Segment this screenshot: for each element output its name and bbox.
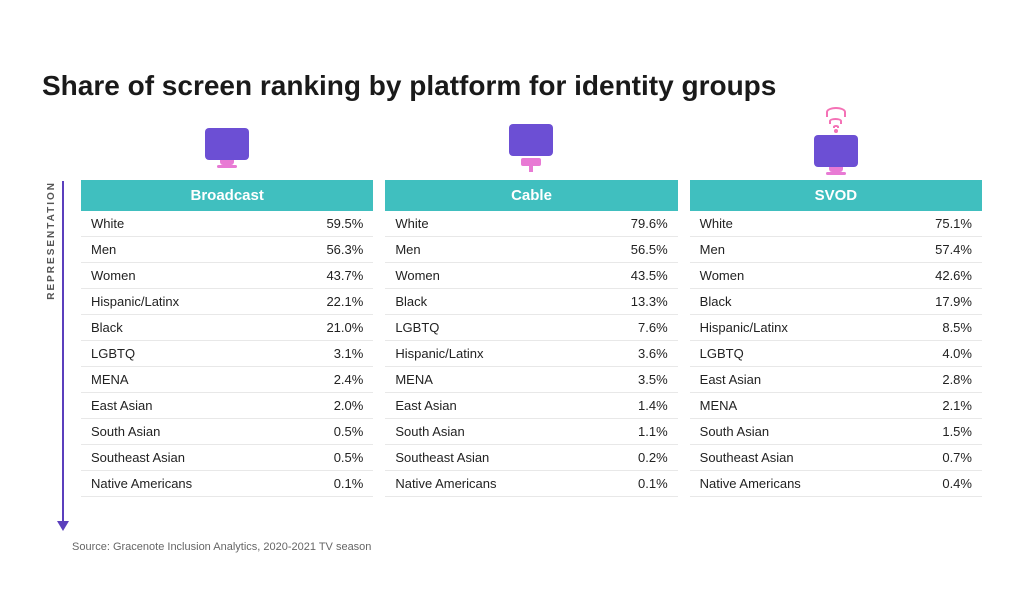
cable-header: Cable xyxy=(385,180,677,211)
wifi-icon xyxy=(826,107,846,133)
table-row: MENA2.4% xyxy=(81,366,373,392)
table-row: Black17.9% xyxy=(690,288,982,314)
svod-block: SVOD White75.1% Men57.4% Women42.6% Blac… xyxy=(690,121,982,497)
table-row: Women42.6% xyxy=(690,262,982,288)
table-row: Black13.3% xyxy=(385,288,677,314)
broadcast-icon-area xyxy=(205,121,249,176)
table-row: LGBTQ7.6% xyxy=(385,314,677,340)
table-row: Southeast Asian0.2% xyxy=(385,444,677,470)
table-row: Hispanic/Latinx3.6% xyxy=(385,340,677,366)
tables-area: Broadcast White59.5% Men56.3% Women43.7%… xyxy=(81,121,982,497)
arrow xyxy=(57,181,69,531)
table-row: White79.6% xyxy=(385,211,677,237)
table-row: Native Americans0.1% xyxy=(385,470,677,496)
table-row: Men56.3% xyxy=(81,236,373,262)
table-row: LGBTQ3.1% xyxy=(81,340,373,366)
table-row: White75.1% xyxy=(690,211,982,237)
broadcast-table: Broadcast White59.5% Men56.3% Women43.7%… xyxy=(81,180,373,497)
page-title: Share of screen ranking by platform for … xyxy=(42,69,982,103)
table-row: Hispanic/Latinx8.5% xyxy=(690,314,982,340)
table-row: Women43.7% xyxy=(81,262,373,288)
svod-table: SVOD White75.1% Men57.4% Women42.6% Blac… xyxy=(690,180,982,497)
table-row: MENA2.1% xyxy=(690,392,982,418)
table-row: Hispanic/Latinx22.1% xyxy=(81,288,373,314)
table-row: East Asian2.0% xyxy=(81,392,373,418)
table-row: East Asian2.8% xyxy=(690,366,982,392)
cable-table: Cable White79.6% Men56.5% Women43.5% Bla… xyxy=(385,180,677,497)
table-row: Southeast Asian0.7% xyxy=(690,444,982,470)
table-row: Men57.4% xyxy=(690,236,982,262)
source-citation: Source: Gracenote Inclusion Analytics, 2… xyxy=(72,541,982,553)
table-row: White59.5% xyxy=(81,211,373,237)
table-row: Native Americans0.4% xyxy=(690,470,982,496)
main-container: Share of screen ranking by platform for … xyxy=(32,49,992,563)
table-row: Southeast Asian0.5% xyxy=(81,444,373,470)
cable-title: Cable xyxy=(385,180,677,211)
y-axis-label: REPRESENTATION xyxy=(42,181,57,300)
table-row: South Asian1.5% xyxy=(690,418,982,444)
svod-title: SVOD xyxy=(690,180,982,211)
svod-tv-icon xyxy=(814,121,858,175)
broadcast-block: Broadcast White59.5% Men56.3% Women43.7%… xyxy=(81,121,373,497)
content-area: REPRESENTATION Broadcast xyxy=(42,121,982,531)
table-row: LGBTQ4.0% xyxy=(690,340,982,366)
cable-block: Cable White79.6% Men56.5% Women43.5% Bla… xyxy=(385,121,677,497)
table-row: Men56.5% xyxy=(385,236,677,262)
table-row: South Asian0.5% xyxy=(81,418,373,444)
cable-tv-icon xyxy=(509,124,553,172)
broadcast-title: Broadcast xyxy=(81,180,373,211)
cable-icon-area xyxy=(509,121,553,176)
broadcast-tv-icon xyxy=(205,128,249,168)
table-row: Women43.5% xyxy=(385,262,677,288)
table-row: South Asian1.1% xyxy=(385,418,677,444)
table-row: East Asian1.4% xyxy=(385,392,677,418)
table-row: Native Americans0.1% xyxy=(81,470,373,496)
svod-icon-area xyxy=(814,121,858,176)
broadcast-header: Broadcast xyxy=(81,180,373,211)
table-row: Black21.0% xyxy=(81,314,373,340)
svod-header: SVOD xyxy=(690,180,982,211)
table-row: MENA3.5% xyxy=(385,366,677,392)
